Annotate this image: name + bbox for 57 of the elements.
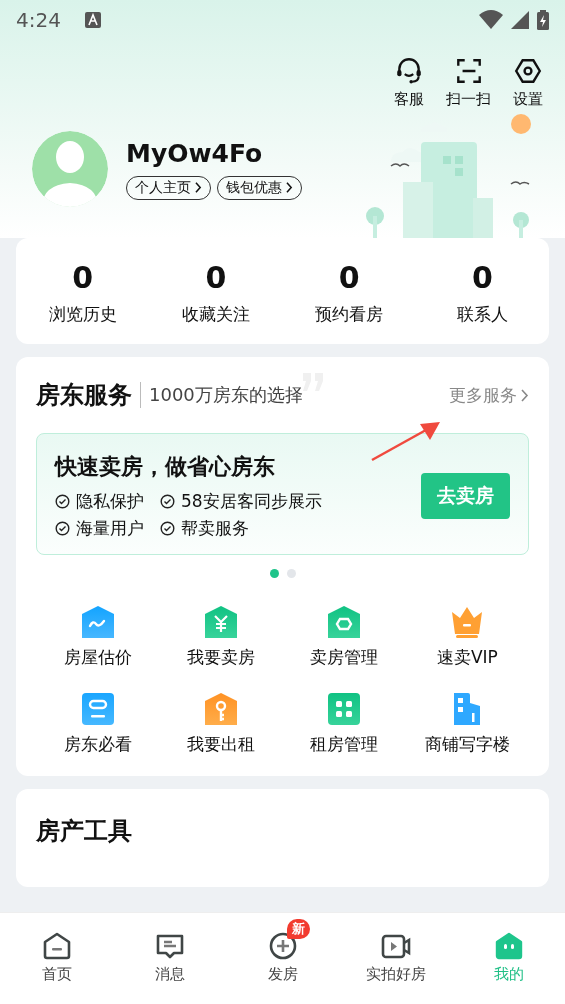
service-item[interactable]: 我要出租: [159, 691, 283, 756]
keyboard-icon: [84, 12, 101, 28]
avatar[interactable]: [32, 131, 108, 207]
feature-text: 隐私保护: [76, 490, 144, 513]
service-item[interactable]: 卖房管理: [282, 604, 406, 669]
stat-value[interactable]: 0: [471, 260, 493, 295]
stat-value[interactable]: 0: [338, 260, 360, 295]
section-subtitle: 1000万房东的选择: [149, 383, 303, 407]
service-item[interactable]: 房屋估价: [36, 604, 160, 669]
service-item[interactable]: 我要卖房: [159, 604, 283, 669]
service-item[interactable]: 速卖VIP: [405, 604, 529, 669]
feature-text: 58安居客同步展示: [181, 490, 322, 513]
more-services-link[interactable]: 更多服务: [449, 383, 529, 407]
chevron-icon: [286, 182, 293, 193]
stat-value[interactable]: 0: [72, 260, 94, 295]
stat-label[interactable]: 联系人: [456, 303, 508, 326]
wifi-icon: [479, 10, 503, 30]
settings-button[interactable]: 设置: [513, 56, 543, 109]
signal-icon: [511, 11, 529, 29]
nav-tab[interactable]: 首页: [0, 919, 113, 984]
nav-tab[interactable]: 新 发房: [226, 919, 339, 984]
headset-icon: [394, 56, 424, 86]
grid-icon: [326, 691, 363, 727]
yen-house-icon: [202, 604, 239, 640]
feature-text: 海量用户: [76, 517, 144, 540]
banner-title: 快速卖房，做省心房东: [55, 453, 276, 481]
home-icon: [41, 931, 72, 961]
stat-label[interactable]: 预约看房: [315, 303, 384, 326]
document-icon: [79, 691, 116, 727]
stat-label[interactable]: 收藏关注: [181, 303, 250, 326]
battery-icon: [537, 10, 549, 30]
headset-button[interactable]: 客服: [394, 56, 424, 109]
key-house-icon: [202, 691, 239, 727]
check-icon: [55, 494, 70, 509]
section-title: 房东服务: [36, 380, 132, 411]
service-item[interactable]: 租房管理: [282, 691, 406, 756]
nav-tab[interactable]: 消息: [113, 919, 226, 984]
stat-label[interactable]: 浏览历史: [48, 303, 117, 326]
check-icon: [160, 521, 175, 536]
check-icon: [55, 521, 70, 536]
nav-tab[interactable]: 实拍好房: [339, 919, 452, 984]
chevron-icon: [195, 182, 202, 193]
feature-text: 帮卖服务: [181, 517, 249, 540]
stat-value[interactable]: 0: [205, 260, 227, 295]
settings-icon: [513, 56, 543, 86]
status-time: 4:24: [16, 8, 61, 32]
new-badge: 新: [286, 919, 310, 939]
chart-house-icon: [79, 604, 116, 640]
section-title: 房产工具: [36, 817, 132, 845]
service-item[interactable]: 房东必看: [36, 691, 160, 756]
chevron-icon: [521, 388, 529, 402]
service-item[interactable]: 商铺写字楼: [405, 691, 529, 756]
hexagon-house-icon: [326, 604, 363, 640]
check-icon: [160, 494, 175, 509]
username: MyOw4Fo: [126, 138, 264, 168]
smiley-house-icon: [493, 931, 524, 961]
scan-button[interactable]: 扫一扫: [446, 56, 491, 109]
